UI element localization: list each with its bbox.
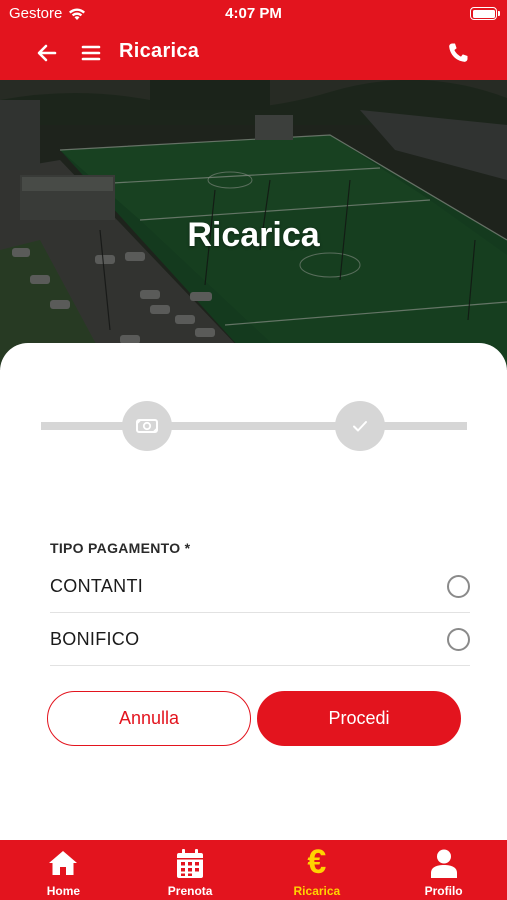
battery-icon [470, 7, 500, 20]
header-title: Ricarica [119, 40, 200, 62]
tab-label: Prenota [167, 884, 213, 898]
radio-button[interactable] [447, 575, 470, 598]
bottom-tab-bar: Home Prenota € Ricarica Profilo [0, 840, 507, 900]
payment-card: TIPO PAGAMENTO * CONTANTI BONIFICO Annul… [0, 343, 507, 840]
tab-profilo[interactable]: Profilo [380, 840, 507, 900]
phone-icon[interactable] [445, 40, 471, 66]
status-time: 4:07 PM [225, 5, 282, 22]
calendar-icon [177, 849, 204, 878]
status-bar: Gestore 4:07 PM [0, 0, 507, 28]
home-icon [49, 851, 78, 875]
tab-label: Ricarica [293, 884, 341, 898]
user-icon [430, 849, 457, 878]
tab-home[interactable]: Home [0, 840, 127, 900]
option-bonifico[interactable]: BONIFICO [50, 613, 470, 666]
cancel-button[interactable]: Annulla [47, 691, 251, 746]
app-header: Ricarica [0, 28, 507, 80]
check-icon [353, 421, 367, 432]
option-label: CONTANTI [50, 576, 144, 596]
tab-ricarica[interactable]: € Ricarica [254, 840, 381, 900]
tab-prenota[interactable]: Prenota [127, 840, 254, 900]
option-contanti[interactable]: CONTANTI [50, 560, 470, 613]
hero-banner: Ricarica [0, 80, 507, 370]
euro-icon: € [307, 843, 327, 881]
step-payment [122, 401, 172, 451]
step-confirm [335, 401, 385, 451]
stepper-track [41, 422, 467, 430]
tab-label: Profilo [424, 884, 463, 898]
proceed-button[interactable]: Procedi [257, 691, 461, 746]
menu-icon[interactable] [78, 40, 104, 66]
progress-stepper [41, 401, 467, 451]
tab-label: Home [46, 884, 81, 898]
hero-title: Ricarica [187, 216, 320, 254]
back-arrow-icon[interactable] [34, 40, 60, 66]
option-label: BONIFICO [50, 629, 140, 649]
cash-icon [136, 419, 158, 433]
radio-button[interactable] [447, 628, 470, 651]
payment-type-label: TIPO PAGAMENTO * [50, 540, 191, 556]
